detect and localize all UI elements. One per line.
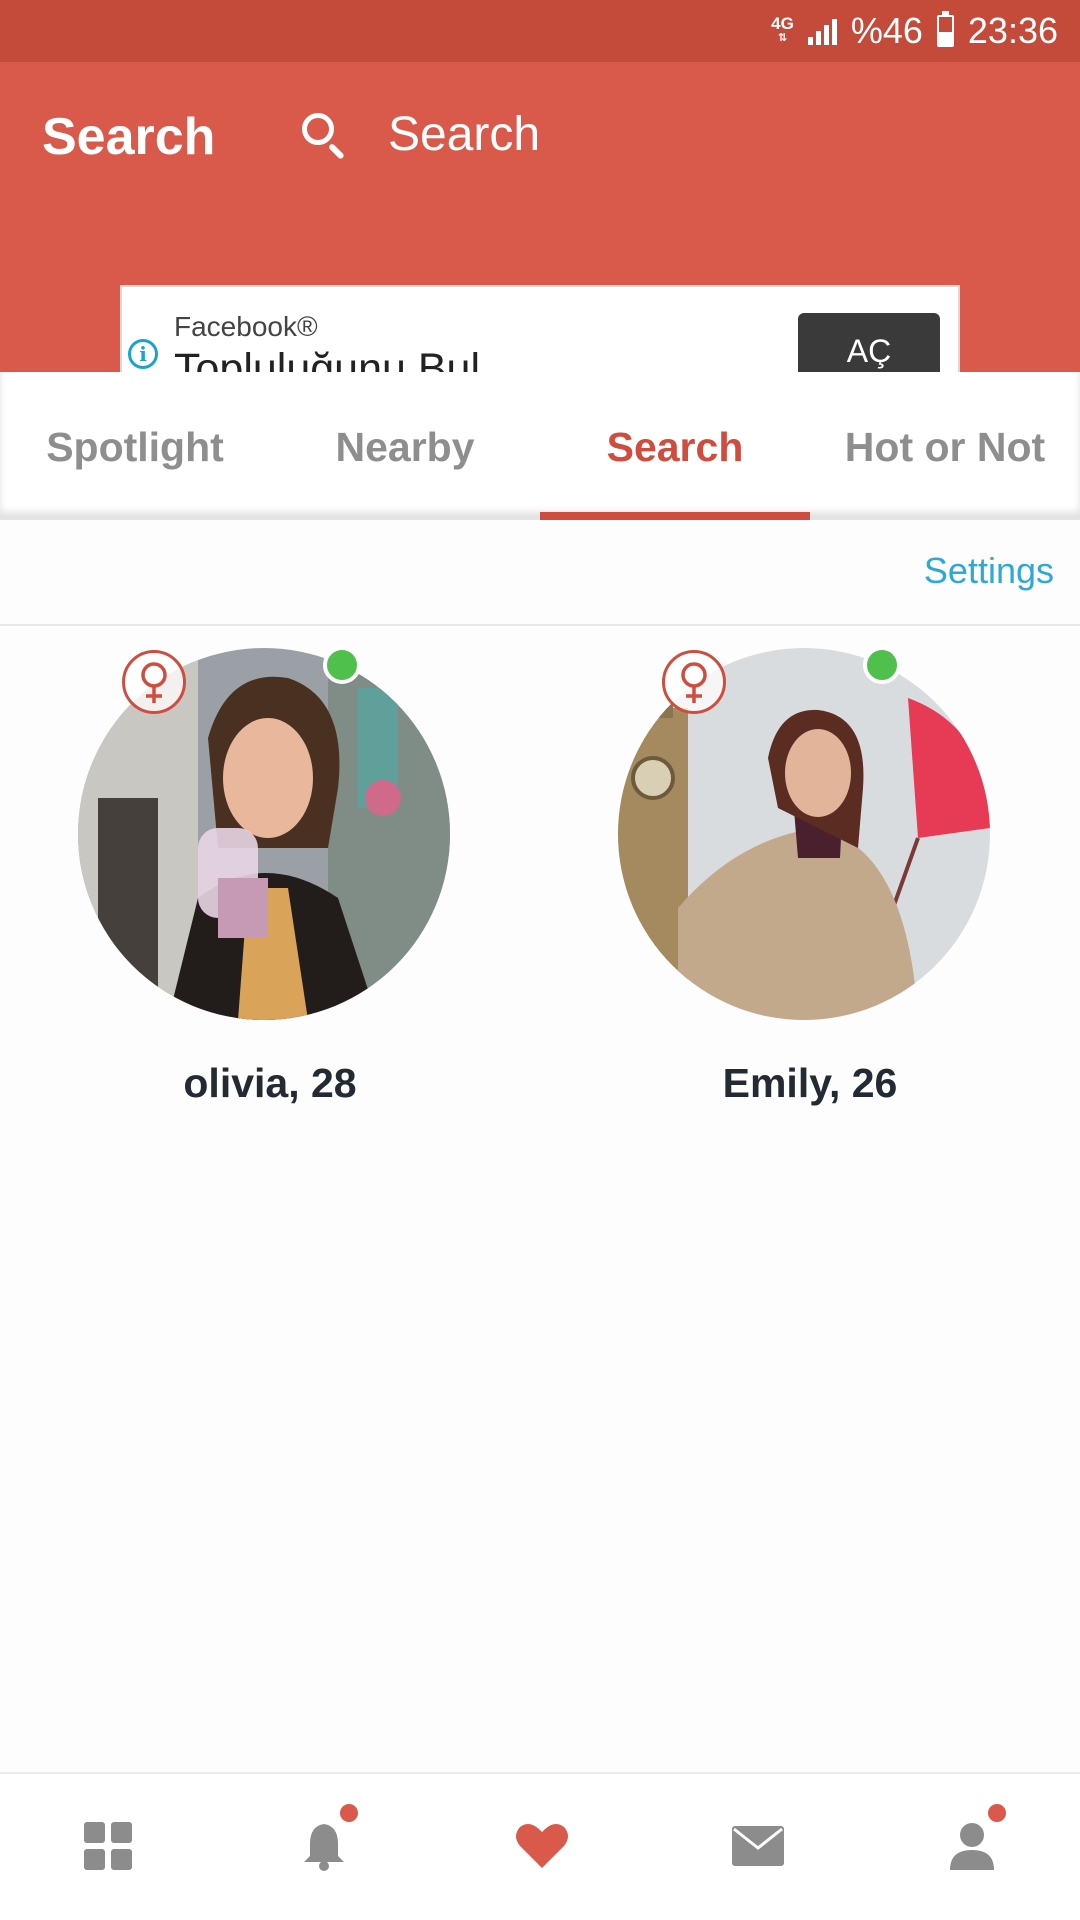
status-icons: 4G ⇅ %46 23:36 [771, 0, 1058, 62]
app-header: Search Search i ✕ Facebook® Topluluğunu … [0, 62, 1080, 415]
profile-name[interactable]: Emily, 26 [540, 1060, 1080, 1107]
heart-icon [516, 1823, 568, 1868]
nav-likes[interactable] [432, 1774, 648, 1920]
female-icon [122, 650, 186, 714]
profile-badge [986, 1802, 1008, 1824]
app-screen: 4G ⇅ %46 23:36 Search Search i ✕ Faceboo [0, 0, 1080, 1920]
active-tab-indicator [540, 512, 810, 520]
settings-link[interactable]: Settings [924, 550, 1054, 592]
search-input[interactable]: Search [300, 107, 540, 162]
bell-icon [304, 1824, 344, 1871]
signal-icon [807, 17, 837, 45]
tab-nearby[interactable]: Nearby [270, 372, 540, 520]
online-status-dot [323, 646, 361, 684]
tab-search[interactable]: Search [540, 372, 810, 520]
profile-card[interactable]: Emily, 26 [540, 640, 1080, 1120]
nav-profile[interactable] [864, 1774, 1080, 1920]
online-status-dot [863, 646, 901, 684]
nav-dashboard[interactable] [0, 1774, 216, 1920]
profile-icon [950, 1823, 994, 1870]
female-icon [662, 650, 726, 714]
mail-icon [732, 1826, 784, 1866]
nav-messages[interactable] [648, 1774, 864, 1920]
tab-spotlight[interactable]: Spotlight [0, 372, 270, 520]
clock: 23:36 [967, 10, 1058, 51]
profile-card[interactable]: olivia, 28 [0, 640, 540, 1120]
settings-row: Settings [0, 520, 1080, 626]
ad-info-icon[interactable]: i [128, 339, 158, 369]
notification-badge [338, 1802, 360, 1824]
data-arrows-icon: ⇅ [777, 32, 788, 44]
nav-notifications[interactable] [216, 1774, 432, 1920]
battery-percent: %46 [850, 10, 923, 51]
battery-fill [938, 32, 952, 45]
tab-bar: Spotlight Nearby Search Hot or Not [0, 372, 1080, 520]
status-bar: 4G ⇅ %46 23:36 [0, 0, 1080, 62]
bottom-navigation [0, 1772, 1080, 1920]
network-indicator: 4G ⇅ [771, 15, 794, 45]
ad-brand: Facebook® [174, 311, 318, 342]
search-placeholder: Search [388, 108, 541, 161]
tab-hot-or-not[interactable]: Hot or Not [810, 372, 1080, 520]
profile-name[interactable]: olivia, 28 [0, 1060, 540, 1107]
battery-icon [936, 11, 954, 47]
page-title: Search [42, 108, 216, 166]
search-icon[interactable] [300, 111, 348, 160]
grid-icon [84, 1822, 132, 1870]
